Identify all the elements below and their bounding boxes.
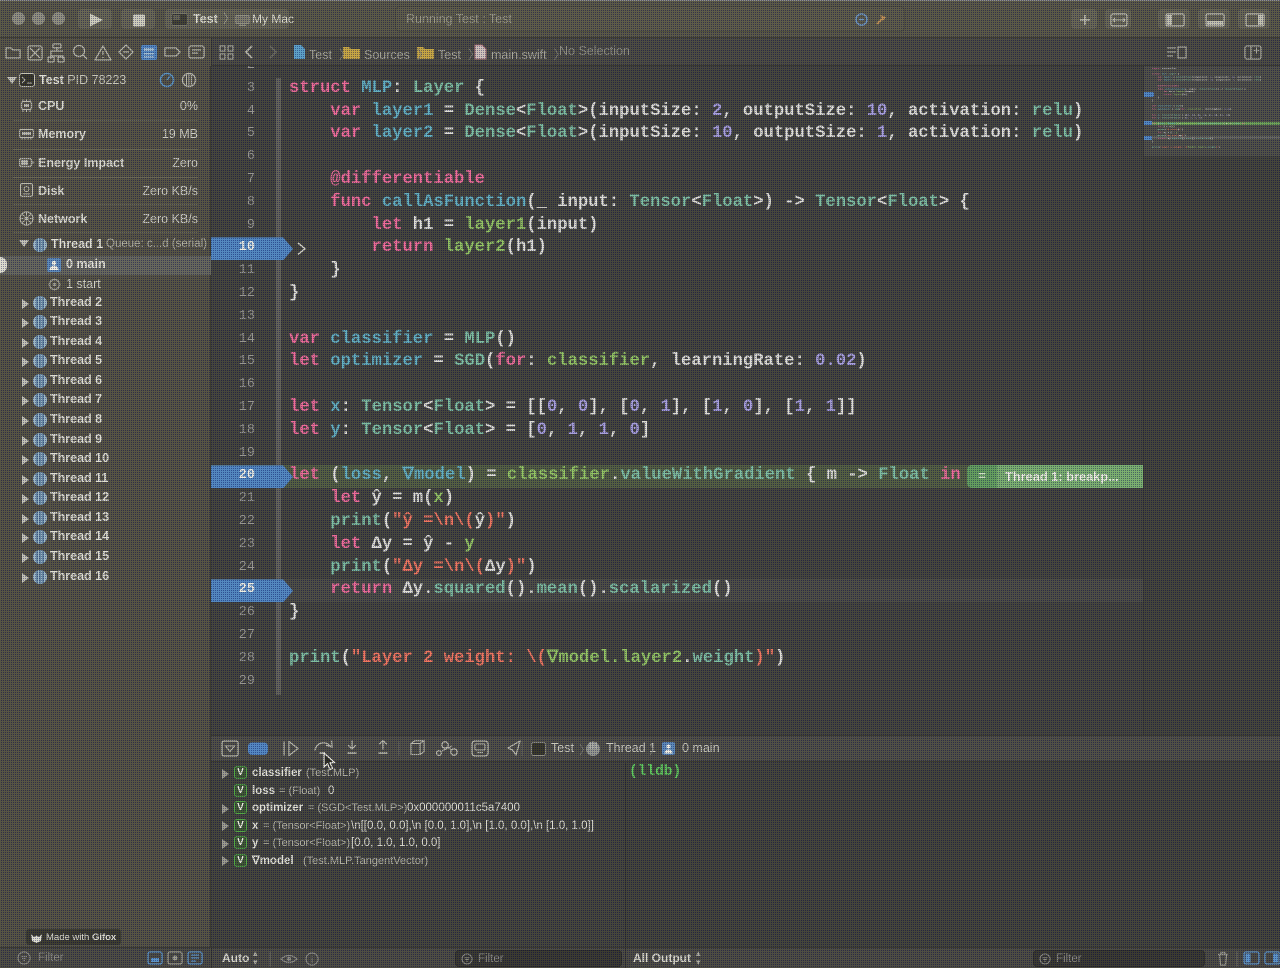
svg-text:i: i [311,955,314,965]
